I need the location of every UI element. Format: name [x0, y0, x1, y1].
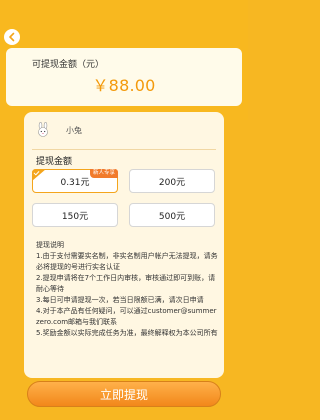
balance-amount: ￥88.00 [92, 76, 156, 95]
chevron-left-icon [9, 32, 15, 42]
newbie-badge: 新人专享 [89, 169, 118, 178]
balance-card: 可提现金额（元） ￥88.00 [6, 48, 242, 106]
amount-option-2[interactable]: 150元 [32, 203, 118, 227]
description-item: 4.对于本产品有任何疑问，可以通过customer@summerzero.com… [36, 307, 217, 326]
description-item: 3.每日可申请提现一次，若当日限额已满，请次日申请 [36, 296, 204, 304]
description-item: 2.提现申请将在7个工作日内审核，审核通过即可到账，请耐心等待 [36, 274, 216, 293]
username: 小兔 [66, 125, 82, 135]
withdraw-now-button[interactable]: 立即提现 [27, 381, 221, 407]
withdraw-card: 小兔 提现金额 0.31元 新人专享 200元 150元 500元 提现说明 1… [24, 112, 224, 378]
amount-option-label: 500元 [158, 211, 186, 222]
amount-option-1[interactable]: 200元 [129, 169, 215, 193]
amount-option-label: 150元 [61, 211, 89, 222]
description-item: 1.由于支付需要实名制，非实名制用户帐户无法提现，请务必将提现的号进行实名认证 [36, 252, 218, 271]
withdraw-description: 提现说明 1.由于支付需要实名制，非实名制用户帐户无法提现，请务必将提现的号进行… [36, 240, 218, 339]
back-button[interactable] [4, 29, 20, 45]
withdraw-amount-title: 提现金额 [36, 157, 73, 167]
divider [32, 149, 216, 150]
bunny-avatar-icon [36, 121, 50, 138]
amount-option-label: 200元 [158, 177, 186, 188]
description-title: 提现说明 [36, 241, 64, 249]
amount-option-label: 0.31元 [60, 177, 90, 188]
balance-label: 可提现金额（元） [32, 60, 105, 70]
checkmark-corner-icon [32, 169, 46, 181]
user-row: 小兔 [36, 121, 82, 138]
description-item: 5.奖励金额以实际完成任务为准，最终解释权为本公司所有 [36, 329, 218, 337]
amount-option-0[interactable]: 0.31元 新人专享 [32, 169, 118, 193]
amount-option-3[interactable]: 500元 [129, 203, 215, 227]
